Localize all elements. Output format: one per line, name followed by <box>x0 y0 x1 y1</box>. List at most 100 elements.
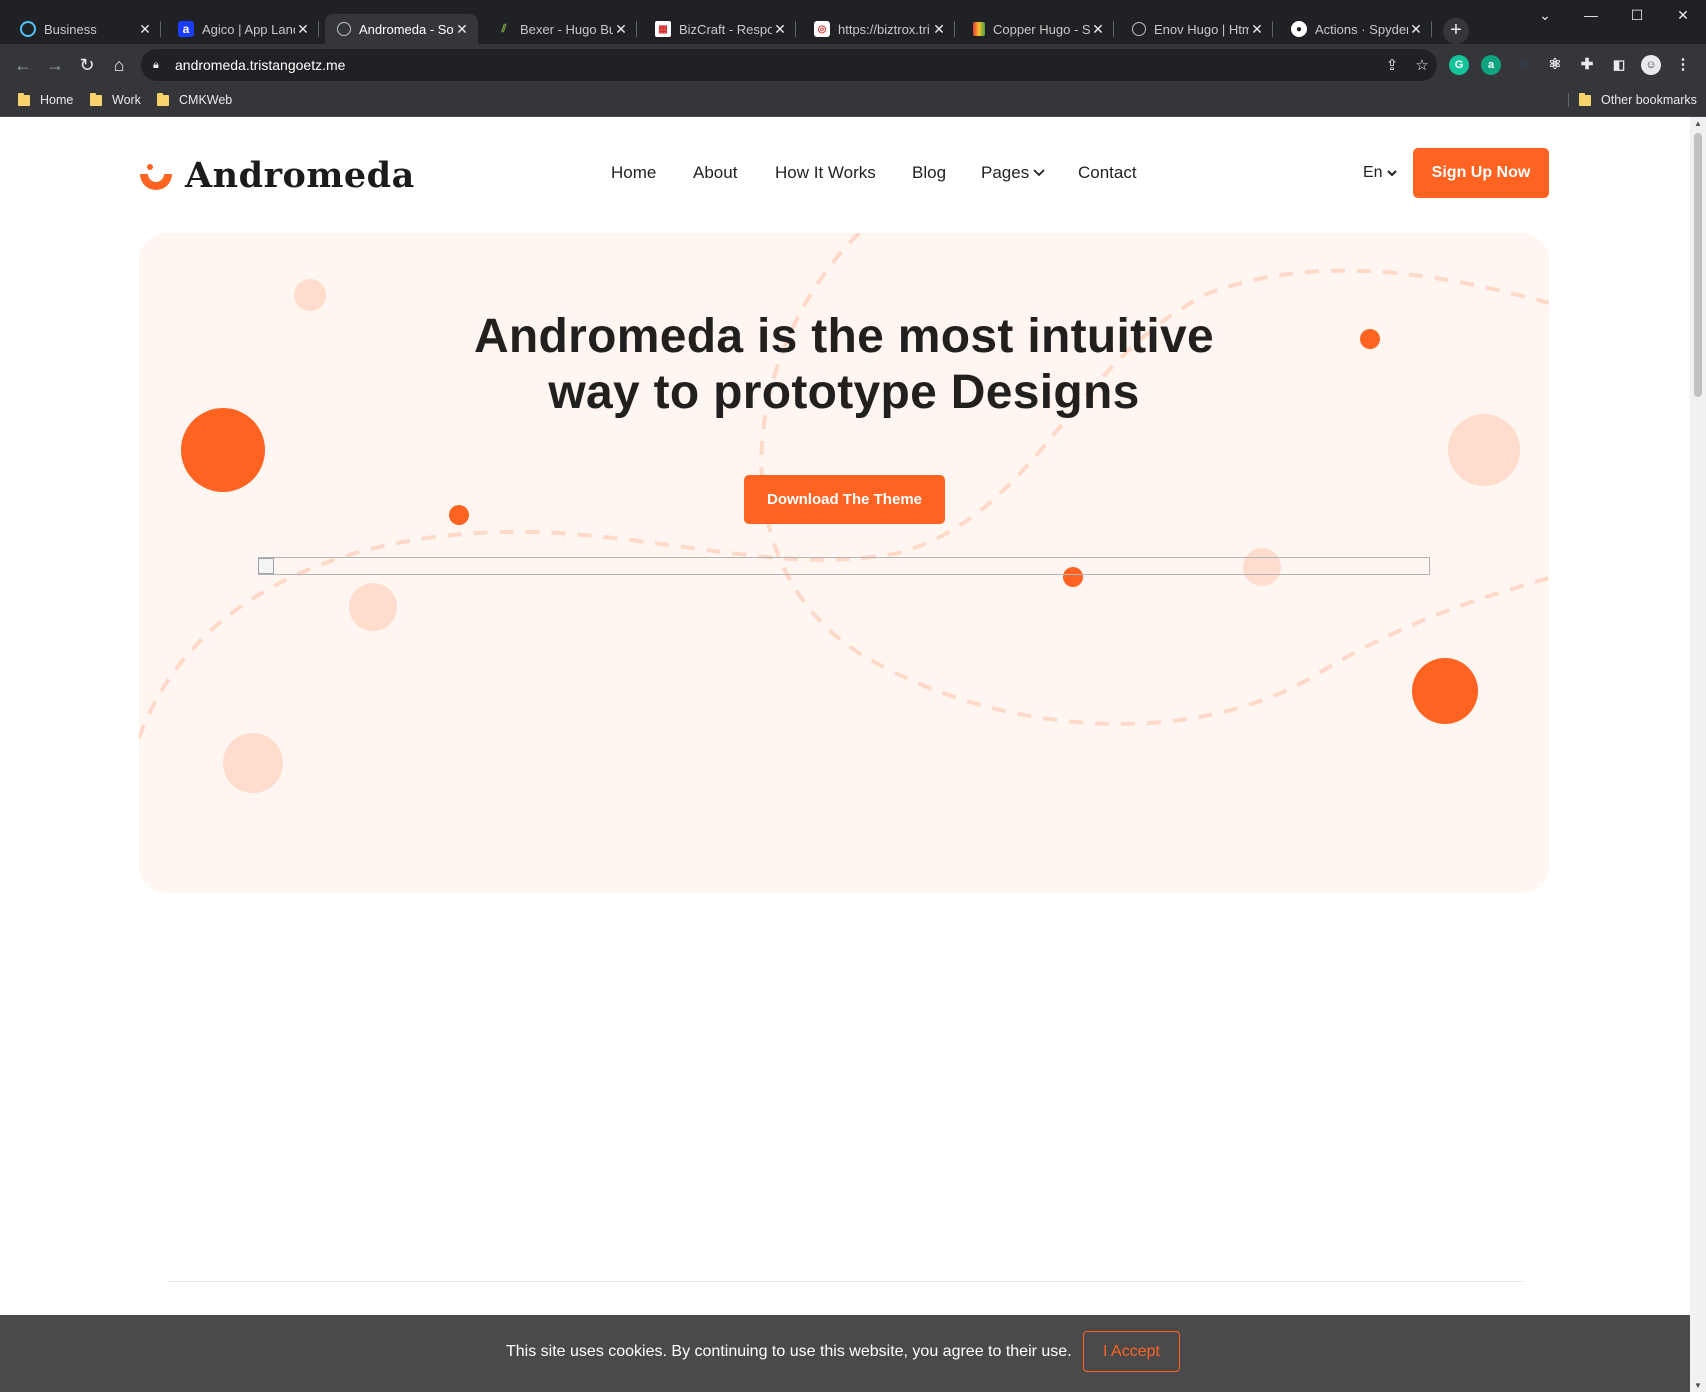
broken-image-icon <box>258 558 274 574</box>
close-icon[interactable]: ✕ <box>772 21 788 38</box>
nav-about[interactable]: About <box>693 163 737 183</box>
scroll-down-icon[interactable]: ▼ <box>1690 1381 1706 1390</box>
browser-toolbar: ← → ↻ ⌂ 🔒︎ andromeda.tristangoetz.me ⇪ ☆… <box>0 44 1706 86</box>
other-bookmarks[interactable]: Other bookmarks <box>1568 92 1697 107</box>
chevron-down-icon <box>1033 169 1045 177</box>
close-icon[interactable]: ✕ <box>137 21 153 38</box>
bookmark-label: Home <box>40 93 74 107</box>
bookmark-label: Work <box>112 93 141 107</box>
hero-section: Andromeda is the most intuitive way to p… <box>139 233 1549 893</box>
close-icon[interactable]: ✕ <box>454 21 470 38</box>
folder-icon <box>18 92 30 106</box>
circle-logo-icon <box>20 21 36 37</box>
scroll-up-icon[interactable]: ▲ <box>1690 119 1706 128</box>
close-icon[interactable]: ✕ <box>1408 21 1424 38</box>
tab-title: Copper Hugo - Si <box>993 21 1090 37</box>
bookmark-cmkweb[interactable]: CMKWeb <box>157 92 232 107</box>
accept-cookies-button[interactable]: I Accept <box>1083 1331 1180 1372</box>
nav-contact[interactable]: Contact <box>1078 163 1137 183</box>
puzzle-icon[interactable]: ✚ <box>1577 55 1597 75</box>
decor-circle <box>449 505 469 525</box>
folder-icon <box>157 92 169 106</box>
close-icon[interactable]: ✕ <box>1090 21 1106 38</box>
decor-circle <box>349 583 397 631</box>
tab-business[interactable]: Business ✕ <box>8 14 161 44</box>
hero-image-broken <box>258 557 1430 575</box>
forward-icon[interactable]: → <box>44 54 66 76</box>
sign-up-button[interactable]: Sign Up Now <box>1413 148 1549 198</box>
scrollbar-thumb[interactable] <box>1694 133 1702 397</box>
minimize-icon[interactable]: — <box>1568 0 1614 30</box>
tab-actions[interactable]: ● Actions · SpyderH ✕ <box>1279 14 1432 44</box>
maximize-icon[interactable]: ☐ <box>1614 0 1660 30</box>
decor-circle <box>223 733 283 793</box>
site-logo[interactable]: Andromeda <box>138 155 415 196</box>
language-label: En <box>1363 164 1383 181</box>
tab-agico[interactable]: a Agico | App Landi ✕ <box>166 14 319 44</box>
extension-blue-icon[interactable]: ◌ <box>1513 55 1533 75</box>
close-icon[interactable]: ✕ <box>295 21 311 38</box>
window-close-icon[interactable]: ✕ <box>1660 0 1706 30</box>
tab-search-icon[interactable]: ⌄ <box>1522 0 1568 30</box>
share-icon[interactable]: ⇪ <box>1377 56 1407 74</box>
hero-title: Andromeda is the most intuitive way to p… <box>139 309 1549 421</box>
address-bar[interactable]: 🔒︎ andromeda.tristangoetz.me ⇪ ☆ <box>141 49 1437 81</box>
logo-text: Andromeda <box>185 155 415 196</box>
new-tab-button[interactable]: + <box>1443 18 1469 44</box>
a-logo-icon: a <box>178 21 194 37</box>
cookie-text: This site uses cookies. By continuing to… <box>506 1343 1072 1360</box>
home-icon[interactable]: ⌂ <box>108 54 130 76</box>
react-icon[interactable]: ⚛ <box>1545 55 1565 75</box>
page-scrollbar[interactable]: ▲ ▼ <box>1690 117 1706 1392</box>
tab-title: Andromeda - Soft <box>359 21 454 37</box>
close-icon[interactable]: ✕ <box>931 21 947 38</box>
nav-home[interactable]: Home <box>611 163 656 183</box>
bookmark-work[interactable]: Work <box>90 92 141 107</box>
globe-icon <box>1132 22 1146 36</box>
tab-title: Business <box>44 21 97 37</box>
tab-title: Actions · SpyderH <box>1315 21 1408 37</box>
url-text: andromeda.tristangoetz.me <box>175 57 346 73</box>
nav-how-it-works[interactable]: How It Works <box>775 163 876 183</box>
bizcraft-logo-icon: ▦ <box>655 21 671 37</box>
star-icon[interactable]: ☆ <box>1407 56 1437 74</box>
avatar[interactable]: ☺ <box>1641 55 1661 75</box>
tab-andromeda[interactable]: Andromeda - Soft ✕ <box>325 14 478 44</box>
close-icon[interactable]: ✕ <box>613 21 629 38</box>
tab-bexer[interactable]: ⫽ Bexer - Hugo Busi ✕ <box>484 14 637 44</box>
decor-circle <box>294 279 326 311</box>
reload-icon[interactable]: ↻ <box>76 54 98 76</box>
menu-icon[interactable]: ⋮ <box>1673 55 1693 75</box>
nav-pages-dropdown[interactable]: Pages <box>981 163 1045 183</box>
tab-title: Bexer - Hugo Busi <box>520 21 613 37</box>
extension-a-icon[interactable]: a <box>1481 55 1501 75</box>
back-icon[interactable]: ← <box>12 54 34 76</box>
lock-icon: 🔒︎ <box>153 58 159 71</box>
bookmark-label: Other bookmarks <box>1601 93 1697 107</box>
bookmarks-bar: Home Work CMKWeb Other bookmarks <box>0 86 1706 117</box>
chevron-down-icon <box>1386 169 1397 176</box>
hero-title-line1: Andromeda is the most intuitive <box>473 310 1215 363</box>
close-icon[interactable]: ✕ <box>1249 21 1265 38</box>
side-panel-icon[interactable]: ◧ <box>1609 55 1629 75</box>
github-icon: ● <box>1291 21 1307 37</box>
logo-mark-icon <box>138 158 174 194</box>
web-page: Andromeda Home About How It Works Blog P… <box>0 117 1690 1392</box>
language-selector[interactable]: En <box>1363 164 1397 182</box>
nav-blog[interactable]: Blog <box>912 163 946 183</box>
download-theme-button[interactable]: Download The Theme <box>744 475 945 524</box>
tab-strip: Business ✕ a Agico | App Landi ✕ Androme… <box>0 0 1706 44</box>
tab-enov[interactable]: Enov Hugo | Html ✕ <box>1120 14 1273 44</box>
tab-title: https://biztrox.tri <box>838 21 930 37</box>
globe-icon <box>337 22 351 36</box>
tab-bizcraft[interactable]: ▦ BizCraft - Respon ✕ <box>643 14 796 44</box>
decor-circle <box>1412 658 1478 724</box>
bookmark-home[interactable]: Home <box>18 92 74 107</box>
tab-copper[interactable]: Copper Hugo - Si ✕ <box>961 14 1114 44</box>
grammarly-icon[interactable]: G <box>1449 55 1469 75</box>
copper-logo-icon <box>973 22 985 36</box>
folder-icon <box>90 92 102 106</box>
tab-biztrox[interactable]: ◎ https://biztrox.tri ✕ <box>802 14 955 44</box>
biztrox-logo-icon: ◎ <box>814 21 830 37</box>
bexer-logo-icon: ⫽ <box>501 22 507 35</box>
